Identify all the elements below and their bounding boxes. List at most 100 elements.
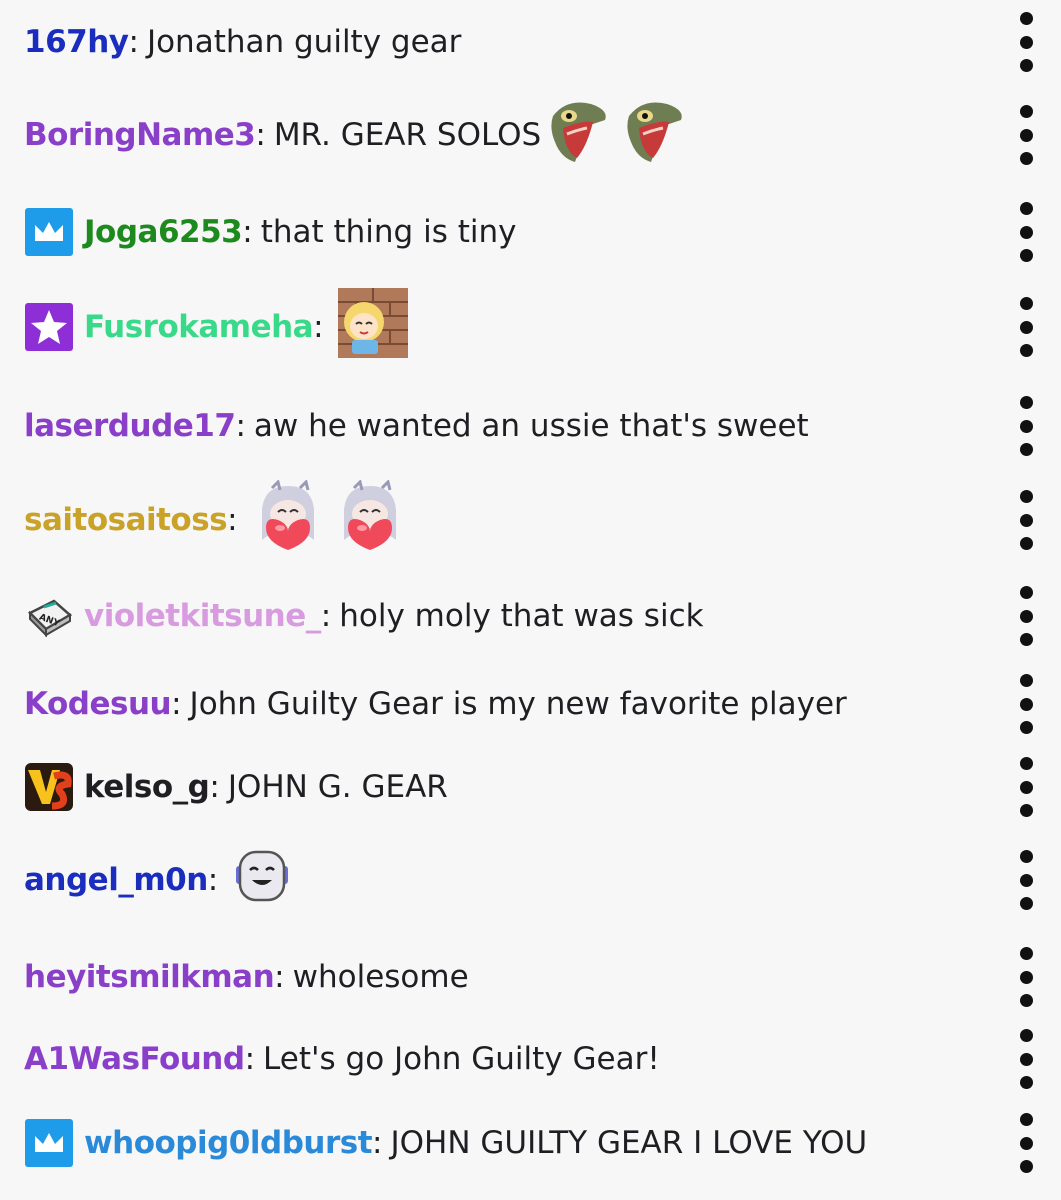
more-vertical-icon[interactable] bbox=[1019, 105, 1033, 165]
chat-message-text: JOHN G. GEAR bbox=[227, 769, 448, 805]
prime-crown-badge[interactable] bbox=[24, 207, 74, 257]
chat-username[interactable]: Joga6253 bbox=[84, 214, 243, 250]
any-key-badge[interactable]: ANY bbox=[24, 591, 74, 641]
anime-girl-heart-emote[interactable] bbox=[334, 479, 406, 560]
menu-dot bbox=[1019, 225, 1033, 239]
more-vertical-icon[interactable] bbox=[1019, 12, 1033, 72]
menu-dot bbox=[1019, 490, 1033, 503]
more-vertical-icon[interactable] bbox=[1019, 850, 1033, 910]
more-vertical-icon[interactable] bbox=[1019, 1029, 1033, 1089]
chat-message: Kodesuu: John Guilty Gear is my new favor… bbox=[24, 677, 1061, 731]
star-badge[interactable] bbox=[24, 302, 74, 352]
message-colon: : bbox=[227, 502, 238, 538]
chat-message: laserdude17: aw he wanted an ussie that's… bbox=[24, 399, 1061, 453]
message-colon: : bbox=[171, 686, 182, 722]
chat-message-text: wholesome bbox=[292, 959, 469, 995]
chat-message-text: aw he wanted an ussie that's sweet bbox=[253, 408, 809, 444]
screaming-frog-emote[interactable] bbox=[623, 96, 689, 174]
menu-dot bbox=[1019, 1113, 1033, 1126]
prime-crown-badge[interactable] bbox=[24, 1118, 74, 1168]
chat-message-text: holy moly that was sick bbox=[339, 598, 704, 634]
menu-dot bbox=[1019, 513, 1033, 527]
chat-message-text: John Guilty Gear is my new favorite play… bbox=[189, 686, 847, 722]
chat-username[interactable]: BoringName3 bbox=[24, 117, 256, 153]
menu-dot bbox=[1019, 1029, 1033, 1042]
menu-dot bbox=[1019, 873, 1033, 887]
menu-dot bbox=[1019, 152, 1033, 165]
chat-username[interactable]: A1WasFound bbox=[24, 1041, 245, 1077]
more-vertical-icon[interactable] bbox=[1019, 586, 1033, 646]
more-vertical-icon[interactable] bbox=[1019, 757, 1033, 817]
chat-username[interactable]: angel_m0n bbox=[24, 862, 208, 898]
menu-dot bbox=[1019, 320, 1033, 334]
chat-username[interactable]: heyitsmilkman bbox=[24, 959, 275, 995]
chat-message: ANY violetkitsune_: holy moly that was sic… bbox=[24, 589, 1061, 643]
more-vertical-icon[interactable] bbox=[1019, 202, 1033, 262]
chat-message-text: Let's go John Guilty Gear! bbox=[263, 1041, 660, 1077]
menu-dot bbox=[1019, 674, 1033, 687]
menu-dot bbox=[1019, 202, 1033, 215]
chat-username[interactable]: kelso_g bbox=[84, 769, 210, 805]
menu-dot bbox=[1019, 609, 1033, 623]
menu-dot bbox=[1019, 897, 1033, 910]
chat-username[interactable]: violetkitsune_ bbox=[84, 598, 321, 634]
menu-dot bbox=[1019, 443, 1033, 456]
chat-log: 167hy: Jonathan guilty gear BoringName3: MR… bbox=[0, 0, 1061, 1200]
more-vertical-icon[interactable] bbox=[1019, 297, 1033, 357]
menu-dot bbox=[1019, 947, 1033, 960]
message-colon: : bbox=[274, 959, 285, 995]
menu-dot bbox=[1019, 1136, 1033, 1150]
chat-message-text: JOHN GUILTY GEAR I LOVE YOU bbox=[390, 1125, 868, 1161]
menu-dot bbox=[1019, 59, 1033, 72]
more-vertical-icon[interactable] bbox=[1019, 1113, 1033, 1173]
chat-username[interactable]: 167hy bbox=[24, 24, 129, 60]
more-vertical-icon[interactable] bbox=[1019, 674, 1033, 734]
menu-dot bbox=[1019, 633, 1033, 646]
smiling-robot-emote[interactable] bbox=[232, 846, 292, 914]
vs-badge[interactable] bbox=[24, 762, 74, 812]
chat-message: angel_m0n: bbox=[24, 843, 1061, 917]
menu-dot bbox=[1019, 12, 1033, 25]
menu-dot bbox=[1019, 804, 1033, 817]
chat-message: A1WasFound: Let's go John Guilty Gear! bbox=[24, 1032, 1061, 1086]
menu-dot bbox=[1019, 537, 1033, 550]
menu-dot bbox=[1019, 586, 1033, 599]
more-vertical-icon[interactable] bbox=[1019, 490, 1033, 550]
chat-message: BoringName3: MR. GEAR SOLOS bbox=[24, 98, 1061, 172]
screaming-frog-emote[interactable] bbox=[547, 96, 613, 174]
anime-girl-heart-emote[interactable] bbox=[252, 479, 324, 560]
menu-dot bbox=[1019, 780, 1033, 794]
message-colon: : bbox=[207, 862, 219, 898]
menu-dot bbox=[1019, 128, 1033, 142]
menu-dot bbox=[1019, 757, 1033, 770]
menu-dot bbox=[1019, 994, 1033, 1007]
menu-dot bbox=[1019, 344, 1033, 357]
menu-dot bbox=[1019, 297, 1033, 310]
chat-username[interactable]: Kodesuu bbox=[24, 686, 172, 722]
chat-message-text: Jonathan guilty gear bbox=[146, 24, 462, 60]
chat-message: heyitsmilkman: wholesome bbox=[24, 950, 1061, 1004]
more-vertical-icon[interactable] bbox=[1019, 396, 1033, 456]
chat-username[interactable]: saitosaitoss bbox=[24, 502, 228, 538]
message-colon: : bbox=[235, 408, 246, 444]
chat-message: whoopig0ldburst: JOHN GUILTY GEAR I LOVE … bbox=[24, 1116, 1061, 1170]
chat-username[interactable]: laserdude17 bbox=[24, 408, 236, 444]
message-colon: : bbox=[320, 598, 332, 634]
chat-message-text: MR. GEAR SOLOS bbox=[273, 117, 542, 153]
more-vertical-icon[interactable] bbox=[1019, 947, 1033, 1007]
menu-dot bbox=[1019, 721, 1033, 734]
message-colon: : bbox=[128, 24, 139, 60]
menu-dot bbox=[1019, 970, 1033, 984]
menu-dot bbox=[1019, 1052, 1033, 1066]
blonde-girl-bricks-emote[interactable] bbox=[337, 288, 408, 366]
menu-dot bbox=[1019, 105, 1033, 118]
menu-dot bbox=[1019, 1076, 1033, 1089]
chat-message: kelso_g: JOHN G. GEAR bbox=[24, 760, 1061, 814]
chat-username[interactable]: Fusrokameha bbox=[84, 309, 314, 345]
chat-username[interactable]: whoopig0ldburst bbox=[84, 1125, 373, 1161]
chat-message: 167hy: Jonathan guilty gear bbox=[24, 15, 1061, 69]
chat-message: Fusrokameha: bbox=[24, 288, 1061, 366]
menu-dot bbox=[1019, 697, 1033, 711]
menu-dot bbox=[1019, 850, 1033, 863]
message-colon: : bbox=[244, 1041, 256, 1077]
